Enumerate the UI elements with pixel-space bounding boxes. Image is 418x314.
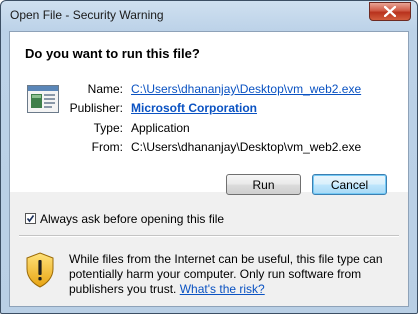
- window-title: Open File - Security Warning: [10, 8, 164, 22]
- name-label: Name:: [87, 82, 123, 96]
- cancel-button[interactable]: Cancel: [312, 174, 387, 195]
- from-label: From:: [91, 140, 123, 154]
- type-label: Type:: [93, 121, 123, 135]
- run-button[interactable]: Run: [226, 174, 301, 195]
- warning-message: While files from the Internet can be use…: [69, 252, 399, 297]
- warning-shield-icon: [26, 252, 54, 288]
- close-icon: [384, 6, 396, 17]
- whats-the-risk-link[interactable]: What's the risk?: [180, 282, 265, 296]
- security-warning-dialog: Open File - Security Warning Do you want…: [0, 0, 418, 314]
- close-button[interactable]: [369, 2, 411, 21]
- dialog-body: Do you want to run this file? Name: C:\U…: [9, 31, 409, 307]
- publisher-label: Publisher:: [69, 101, 123, 115]
- title-bar[interactable]: Open File - Security Warning: [1, 1, 417, 29]
- file-name-link[interactable]: C:\Users\dhananjay\Desktop\vm_web2.exe: [131, 82, 361, 96]
- publisher-link[interactable]: Microsoft Corporation: [131, 101, 257, 115]
- check-icon: [26, 215, 35, 223]
- divider: [19, 235, 399, 237]
- file-info-panel: Do you want to run this file? Name: C:\U…: [10, 32, 408, 195]
- question-heading: Do you want to run this file?: [25, 46, 200, 61]
- always-ask-label[interactable]: Always ask before opening this file: [40, 212, 224, 226]
- from-value: C:\Users\dhananjay\Desktop\vm_web2.exe: [131, 140, 362, 154]
- always-ask-checkbox[interactable]: [25, 213, 36, 224]
- type-value: Application: [131, 121, 190, 135]
